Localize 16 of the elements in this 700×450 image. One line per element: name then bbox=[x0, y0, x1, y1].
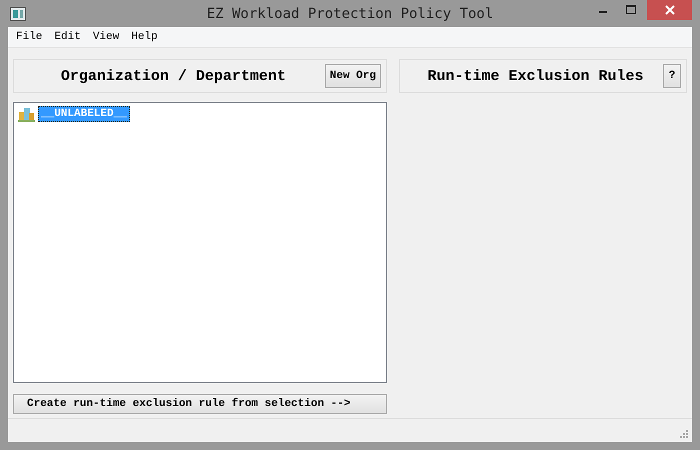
menu-item[interactable]: Edit bbox=[48, 31, 87, 43]
menu-item[interactable]: Help bbox=[125, 31, 164, 43]
panel-heading: Organization / Department bbox=[60, 68, 287, 84]
resize-grip-icon bbox=[680, 430, 689, 439]
buildings-icon bbox=[18, 106, 35, 122]
create-rule-button[interactable]: Create run-time exclusion rule from selection --> bbox=[13, 394, 387, 414]
menu-item[interactable]: File bbox=[10, 31, 48, 43]
new-org-button[interactable]: New Org bbox=[324, 64, 381, 88]
help-button[interactable]: ? bbox=[663, 64, 681, 88]
close-icon bbox=[664, 5, 674, 15]
menu-item[interactable]: View bbox=[86, 31, 126, 43]
maximize-icon bbox=[626, 5, 636, 15]
close-button[interactable] bbox=[647, 0, 692, 20]
app-icon bbox=[10, 6, 26, 20]
window-title: EZ Workload Protection Policy Tool bbox=[206, 6, 494, 22]
panel-heading: Run-time Exclusion Rules bbox=[426, 68, 645, 84]
